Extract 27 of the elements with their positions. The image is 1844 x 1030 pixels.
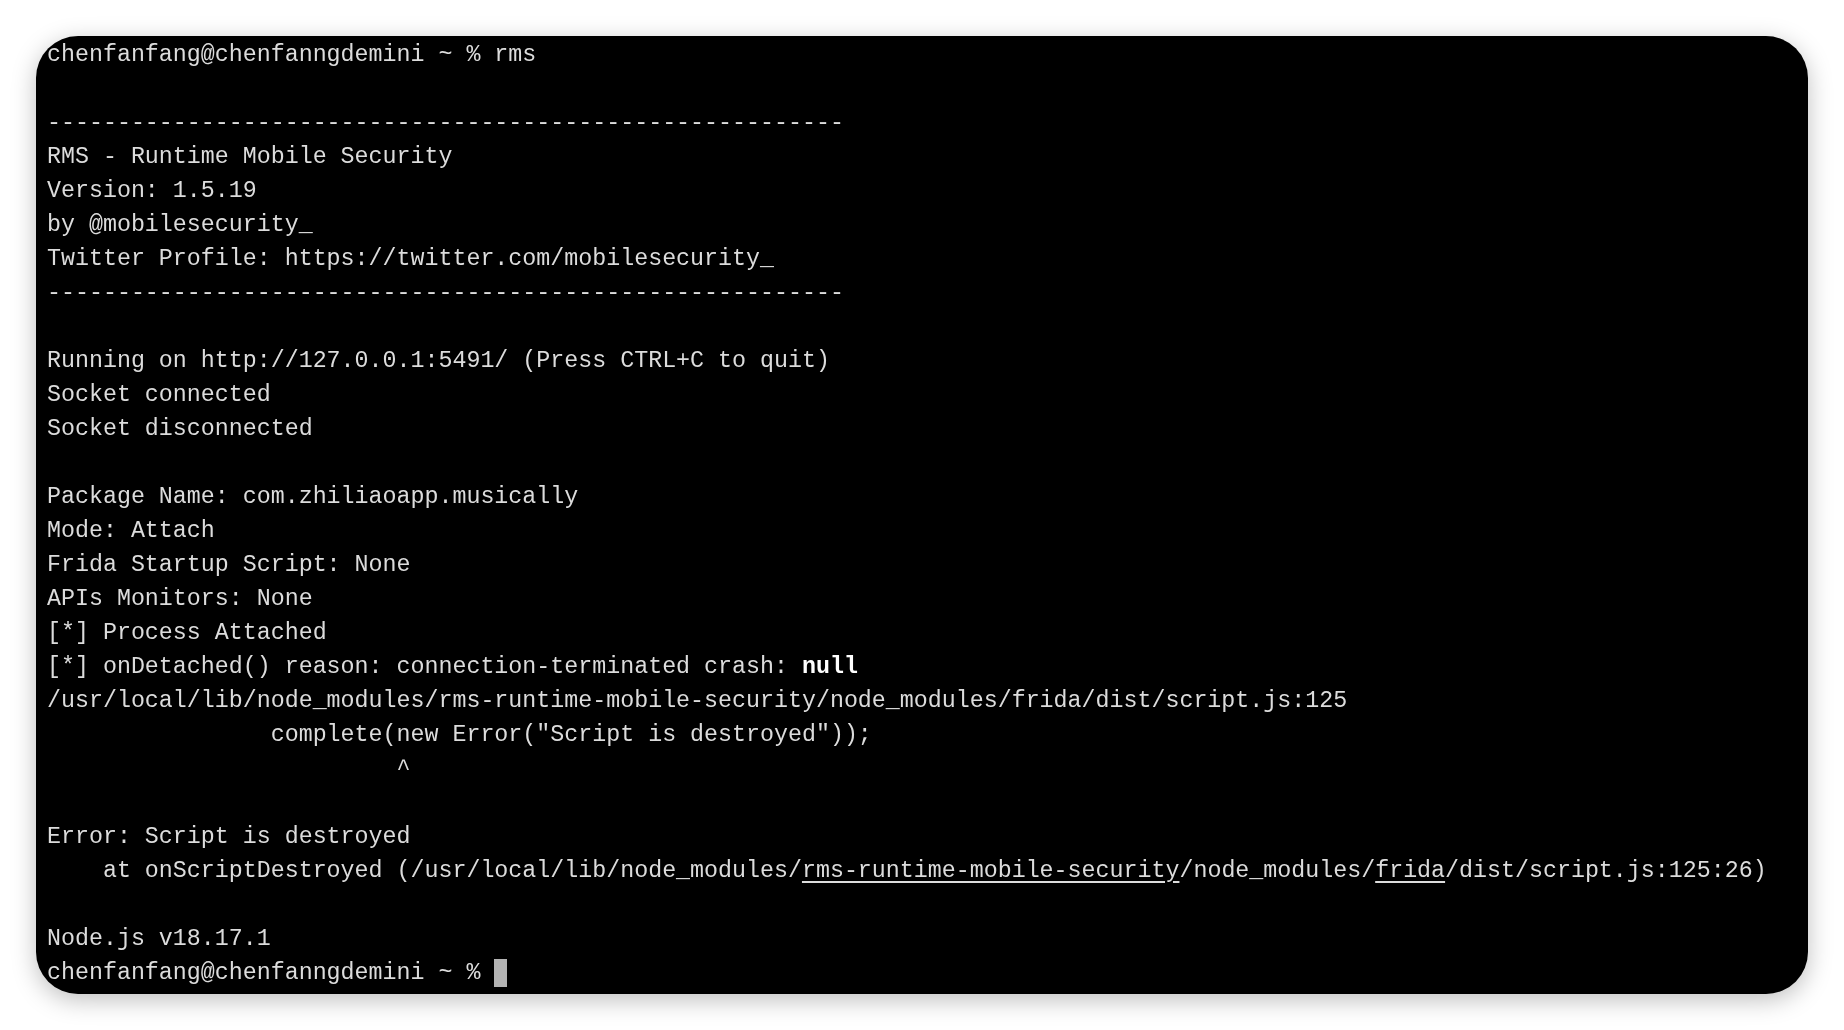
output-line: APIs Monitors: None [47,585,313,614]
output-line: RMS - Runtime Mobile Security [47,143,453,172]
output-line: --------------------------------------------------------- [47,109,844,138]
output-line: chenfanfang@chenfanngdemini ~ % rms [47,41,537,70]
output-line: Socket connected [47,381,271,410]
output-text: /node_modules/ [1179,858,1376,884]
output-line: Version: 1.5.19 [47,177,257,206]
output-line: Socket disconnected [47,415,313,444]
path-link[interactable]: rms-runtime-mobile-security [801,858,1180,884]
output-line: chenfanfang@chenfanngdemini ~ % [47,959,481,988]
output-line: complete(new Error("Script is destroyed")); [269,721,872,750]
output-line: Error: Script is destroyed [47,823,411,852]
output-line: [*] onDetached() reason: connection-terminated crash: null [47,653,858,682]
output-text: at onScriptDestroyed (/usr/local/lib/node_modules/ [101,858,802,884]
output-line: ^ [395,755,411,784]
output-line: Package Name: com.zhiliaoapp.musically [47,483,579,512]
output-line: by @mobilesecurity_ [47,211,313,240]
output-line: --------------------------------------------------------- [47,279,844,308]
output-line: /usr/local/lib/node_modules/rms-runtime-mobile-security/node_modules/frida/dist/script.js:125 [47,687,1348,716]
output-line: Twitter Profile: https://twitter.com/mobilesecurity_ [47,245,774,274]
output-text: /dist/script.js:125:26) [1445,858,1767,884]
output-line: [*] Process Attached [47,619,327,648]
path-link[interactable]: frida [1375,858,1446,884]
output-line: Node.js v18.17.1 [47,925,271,954]
output-line: Mode: Attach [47,517,215,546]
output-line: Frida Startup Script: None [47,551,411,580]
output-line: Running on http://127.0.0.1:5491/ (Press CTRL+C to quit) [47,347,830,376]
